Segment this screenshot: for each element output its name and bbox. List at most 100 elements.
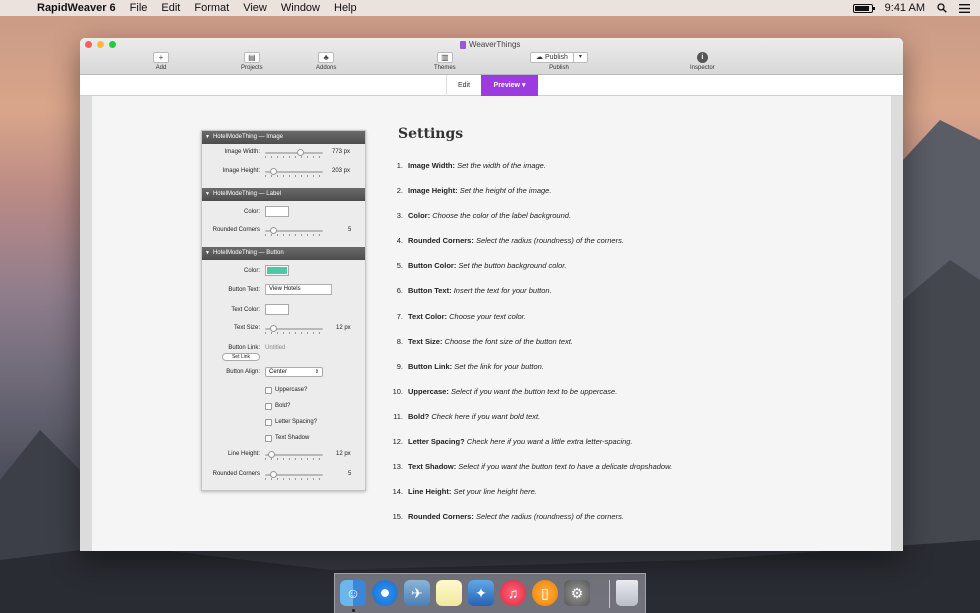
button-align-label: Button Align: [226, 369, 260, 375]
image-width-slider[interactable] [265, 149, 323, 158]
letter-spacing-label: Letter Spacing? [275, 419, 318, 425]
app-window: WeaverThings + Add ▤ Projects ♣ Addons ▥… [80, 38, 903, 551]
list-item-key: Rounded Corners: [408, 512, 474, 522]
clock[interactable]: 9:41 AM [885, 2, 925, 14]
text-size-label: Text Size: [233, 325, 260, 331]
image-width-label: Image Width: [224, 149, 260, 155]
label-corners-slider[interactable] [265, 227, 323, 236]
button-align-value: Center [269, 369, 288, 375]
list-item-description: Choose the font size of the button text. [444, 336, 573, 346]
dock-separator [609, 580, 610, 608]
app-menu[interactable]: RapidWeaver 6 [30, 2, 123, 14]
line-height-slider-knob[interactable] [267, 451, 275, 458]
addons-icon: ♣ [318, 52, 335, 63]
text-size-slider[interactable] [265, 325, 323, 334]
rounded-corners-slider[interactable] [265, 471, 323, 480]
battery-icon[interactable] [852, 3, 875, 13]
label-corners-value: 5 [348, 227, 352, 233]
publish-button-label: Publish [544, 54, 568, 61]
image-section-header[interactable]: ▼ HotelModeThing — Image [202, 131, 365, 144]
text-color-well[interactable] [265, 304, 289, 315]
minimize-window-button[interactable] [97, 41, 104, 48]
list-item-description: Select if you want the button text to ha… [458, 462, 673, 472]
bold-checkbox[interactable] [265, 403, 272, 410]
fullscreen-window-button[interactable] [109, 41, 116, 48]
list-item-number: 13. [392, 462, 403, 472]
document-icon [460, 40, 466, 49]
list-item-key: Text Size: [408, 336, 443, 346]
toolbar-add-button[interactable]: + Add [153, 52, 169, 71]
list-item-key: Image Height: [408, 186, 458, 196]
spotlight-search-icon[interactable] [937, 3, 947, 13]
settings-list-item: 10. Uppercase: Select if you want the but… [386, 387, 836, 412]
label-corners-slider-knob[interactable] [270, 227, 278, 234]
menu-window[interactable]: Window [274, 2, 327, 14]
system-preferences-icon[interactable]: ⚙ [564, 580, 590, 606]
toolbar-addons-button[interactable]: ♣ Addons [316, 52, 336, 71]
finder-icon[interactable]: ☺ [340, 580, 366, 606]
trash-icon[interactable] [616, 580, 638, 606]
label-section-header[interactable]: ▼ HotelModeThing — Label [202, 188, 365, 201]
edit-mode-tab[interactable]: Edit [446, 75, 481, 96]
list-item-number: 10. [392, 386, 403, 396]
left-gutter [80, 96, 92, 551]
line-height-slider[interactable] [265, 451, 323, 460]
close-window-button[interactable] [85, 41, 92, 48]
ibooks-icon[interactable]: ▯ [532, 580, 558, 606]
list-item-description: Insert the text for your button. [453, 286, 552, 296]
button-align-select[interactable]: Center ⇕ [265, 367, 323, 377]
button-text-input[interactable]: View Hotels [265, 284, 332, 295]
button-section-header[interactable]: ▼ HotelModeThing — Button [202, 247, 365, 260]
preview-icon[interactable]: ✈ [404, 580, 430, 606]
disclosure-triangle-icon: ▼ [205, 191, 210, 197]
settings-list-item: 5. Button Color: Set the button backgroun… [386, 261, 836, 286]
toolbar-add-label: Add [155, 65, 167, 71]
list-item-number: 12. [392, 437, 403, 447]
line-height-value: 12 px [336, 451, 351, 457]
text-size-value: 12 px [336, 325, 351, 331]
bold-label: Bold? [275, 403, 291, 409]
dock: ☺ ✈ ✦ ♫ ▯ ⚙ [334, 573, 646, 613]
list-item-key: Line Height: [408, 487, 452, 497]
toolbar-inspector-button[interactable]: i Inspector [690, 52, 715, 71]
toolbar-projects-button[interactable]: ▤ Projects [241, 52, 263, 71]
itunes-icon[interactable]: ♫ [500, 580, 526, 606]
rapidweaver-icon[interactable]: ✦ [468, 580, 494, 606]
image-width-slider-knob[interactable] [296, 149, 304, 156]
menu-help[interactable]: Help [327, 2, 364, 14]
notes-icon[interactable] [436, 580, 462, 606]
text-shadow-checkbox[interactable] [265, 435, 272, 442]
menu-view[interactable]: View [236, 2, 274, 14]
label-color-well[interactable] [265, 206, 289, 217]
rounded-corners-slider-knob[interactable] [270, 471, 278, 478]
image-height-slider-knob[interactable] [270, 168, 278, 175]
notification-center-icon[interactable] [959, 3, 970, 13]
button-link-value: Untitled [265, 345, 286, 351]
list-item-key: Button Text: [408, 286, 452, 296]
button-link-label: Button Link: [228, 345, 260, 351]
button-color-well[interactable] [265, 265, 289, 276]
rounded-corners-value: 5 [348, 471, 352, 477]
menu-file[interactable]: File [123, 2, 155, 14]
text-shadow-label: Text Shadow [275, 435, 310, 441]
list-item-description: Select the radius (roundness) of the cor… [475, 512, 624, 522]
toolbar-themes-button[interactable]: ▥ Themes [434, 52, 456, 71]
text-size-slider-knob[interactable] [270, 325, 278, 332]
menu-format[interactable]: Format [187, 2, 236, 14]
menu-bar: RapidWeaver 6 File Edit Format View Wind… [0, 0, 980, 16]
list-item-number: 8. [396, 336, 403, 346]
menu-edit[interactable]: Edit [154, 2, 187, 14]
uppercase-checkbox[interactable] [265, 387, 272, 394]
preview-mode-tab[interactable]: Preview ▾ [481, 75, 538, 96]
safari-icon[interactable] [372, 580, 398, 606]
publish-button[interactable]: ☁ Publish [530, 52, 574, 63]
list-item-key: Letter Spacing? [408, 437, 465, 447]
list-item-description: Choose the color of the label background… [432, 211, 572, 221]
letter-spacing-checkbox[interactable] [265, 419, 272, 426]
label-section-title: HotelModeThing — Label [212, 191, 281, 197]
set-link-button[interactable]: Set Link [222, 353, 260, 361]
image-height-slider[interactable] [265, 168, 323, 177]
window-title: WeaverThings [460, 40, 520, 49]
toolbar-inspector-label: Inspector [690, 65, 715, 71]
publish-menu-chevron-icon[interactable]: ▾ [573, 52, 588, 63]
